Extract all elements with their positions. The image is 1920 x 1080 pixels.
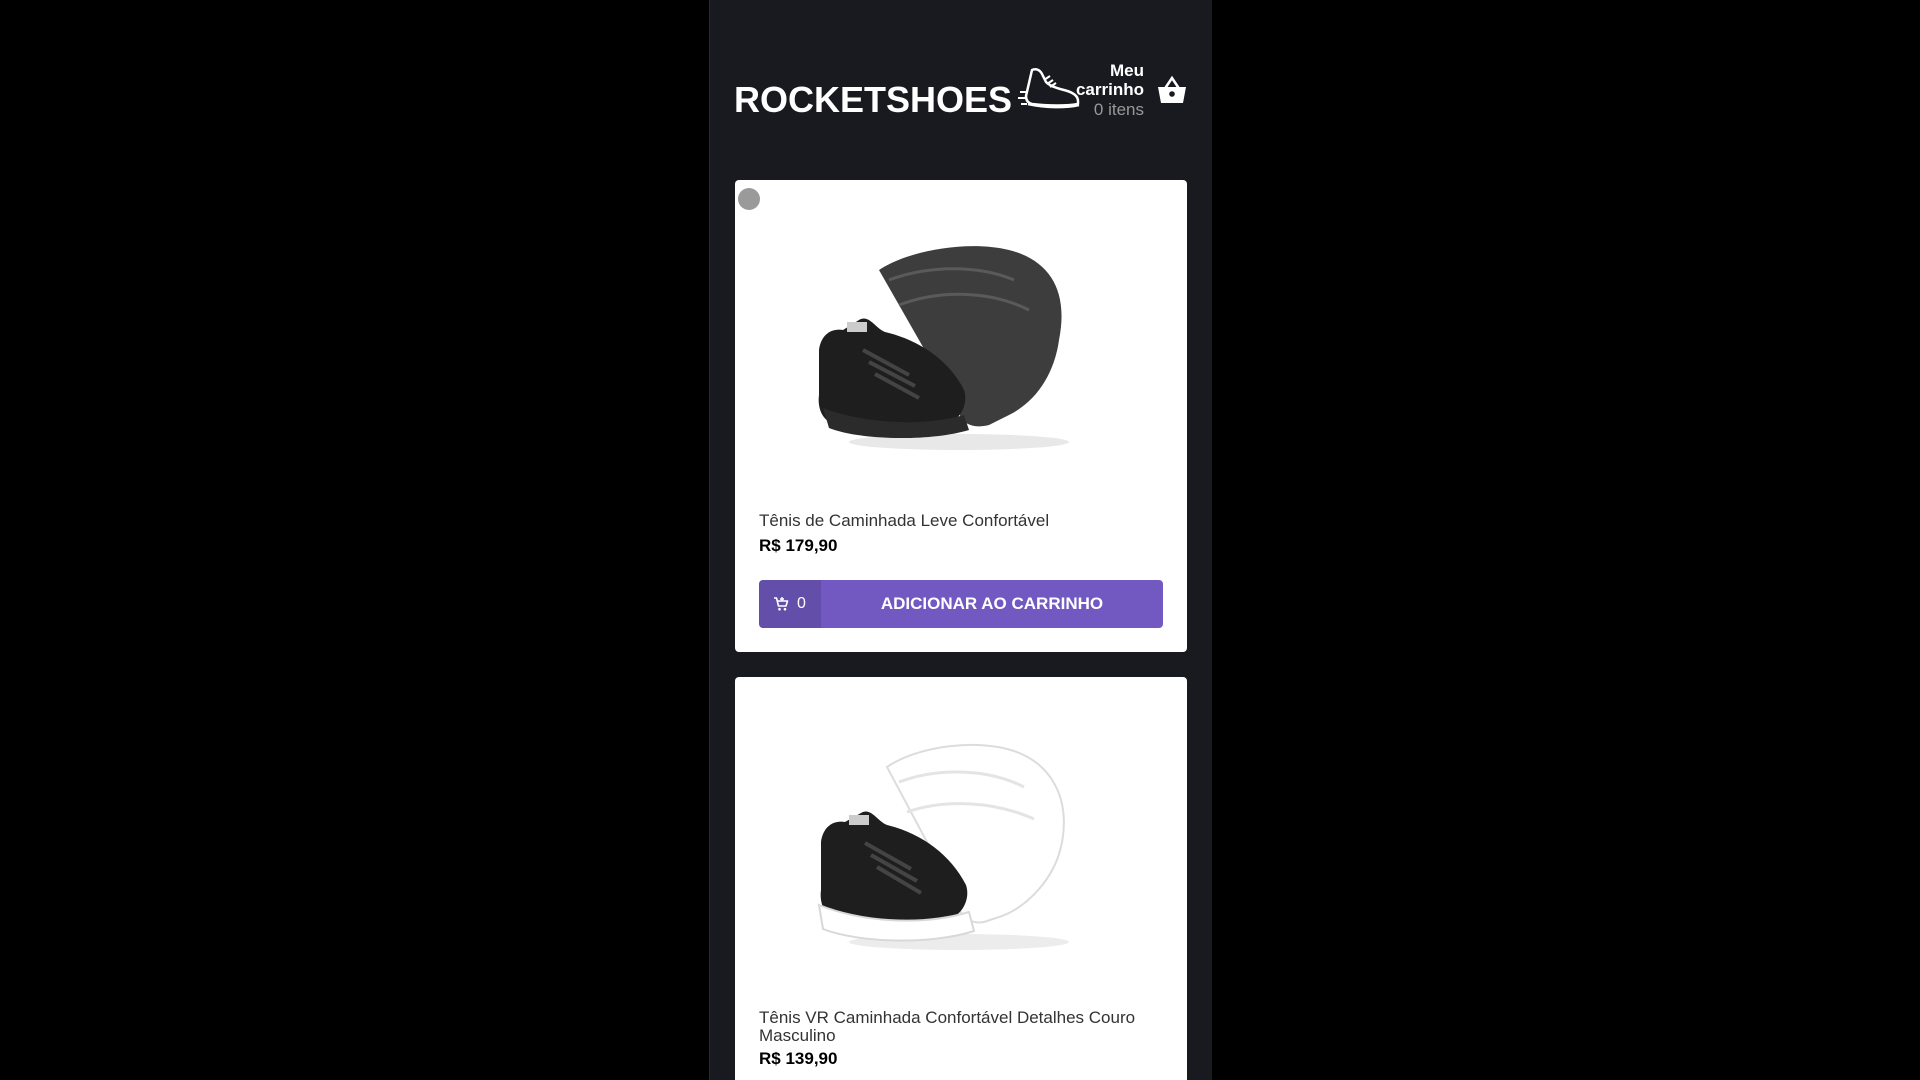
product-price: R$ 179,90 bbox=[759, 536, 838, 555]
cart-title: Meu carrinho bbox=[1075, 61, 1144, 99]
loading-icon bbox=[738, 188, 760, 210]
brand-logo[interactable]: ROCKETSHOES bbox=[734, 79, 1012, 121]
product-card: Tênis de Caminhada Leve Confortável R$ 1… bbox=[735, 180, 1187, 652]
product-price: R$ 139,90 bbox=[759, 1049, 838, 1068]
product-image bbox=[817, 743, 1069, 950]
cart-quantity: 0 bbox=[759, 580, 821, 628]
basket-icon bbox=[1158, 75, 1186, 103]
app-viewport: ROCKETSHOES Meu carrinho 0 itens Tênis d… bbox=[709, 0, 1212, 1080]
cart-quantity-value: 0 bbox=[797, 595, 806, 612]
cart-summary: Meu carrinho 0 itens bbox=[1074, 61, 1144, 119]
shoe-logo-icon bbox=[1018, 67, 1080, 109]
add-to-cart-label: ADICIONAR AO CARRINHO bbox=[880, 594, 1104, 613]
product-card: Tênis VR Caminhada Confortável Detalhes … bbox=[735, 677, 1187, 1080]
cart-link[interactable]: Meu carrinho 0 itens bbox=[1074, 60, 1188, 120]
header: ROCKETSHOES Meu carrinho 0 itens bbox=[734, 58, 1188, 138]
product-title: Tênis de Caminhada Leve Confortável bbox=[759, 511, 1050, 530]
product-image bbox=[818, 246, 1069, 450]
cart-item-count: 0 itens bbox=[1093, 100, 1144, 119]
add-to-cart-button[interactable]: 0 ADICIONAR AO CARRINHO bbox=[759, 580, 1163, 628]
add-cart-icon bbox=[774, 597, 789, 611]
product-title: Tênis VR Caminhada Confortável Detalhes … bbox=[759, 1008, 1136, 1045]
